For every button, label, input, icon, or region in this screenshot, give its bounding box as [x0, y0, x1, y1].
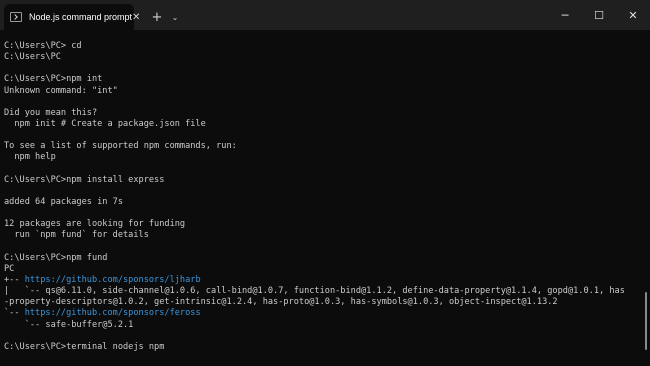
tab-close-icon[interactable]: ✕ — [132, 12, 140, 23]
terminal-line: C:\Users\PC> cd — [4, 41, 82, 51]
terminal-line: To see a list of supported npm commands,… — [4, 141, 237, 152]
fund-tree-line: -property-descriptors@1.0.2, get-intrins… — [4, 297, 558, 308]
close-button[interactable]: ✕ — [616, 0, 650, 30]
sponsor-link-ljharb[interactable]: https://github.com/sponsors/ljharb — [25, 275, 201, 285]
terminal-line: C:\Users\PC>npm int — [4, 74, 103, 85]
tab-nodejs-command-prompt[interactable]: Node.js command prompt ✕ — [4, 4, 140, 30]
terminal-line: C:\Users\PC>npm install express — [4, 174, 165, 185]
terminal-window: Node.js command prompt ✕ + ⌄ ─ ☐ ✕ C:\Us… — [0, 0, 650, 366]
terminal-output[interactable]: C:\Users\PC> cd C:\Users\PC C:\Users\PC>… — [4, 41, 640, 353]
scrollbar-thumb[interactable] — [645, 292, 647, 350]
title-bar: Node.js command prompt ✕ + ⌄ ─ ☐ ✕ — [0, 0, 650, 30]
tab-title: Node.js command prompt — [29, 12, 133, 22]
command-prompt[interactable]: C:\Users\PC>terminal nodejs npm — [4, 342, 640, 353]
terminal-icon — [10, 12, 22, 22]
window-controls: ─ ☐ ✕ — [548, 0, 650, 30]
terminal-line: C:\Users\PC>npm fund — [4, 252, 108, 263]
chevron-down-icon[interactable]: ⌄ — [168, 4, 182, 30]
minimize-button[interactable]: ─ — [548, 0, 582, 30]
terminal-line: C:\Users\PC — [4, 52, 61, 63]
fund-tree-line: | `-- qs@6.11.0, side-channel@1.0.6, cal… — [4, 286, 625, 297]
tree-branch: +-- — [4, 274, 25, 285]
terminal-line: run `npm fund` for details — [4, 230, 149, 241]
terminal-line: 12 packages are looking for funding — [4, 219, 186, 230]
fund-tree-line: `-- https://github.com/sponsors/feross — [4, 308, 640, 319]
terminal-line: npm help — [4, 152, 56, 163]
new-tab-button[interactable]: + — [146, 4, 168, 30]
terminal-line: Did you mean this? — [4, 107, 98, 118]
terminal-line: npm init # Create a package.json file — [4, 118, 206, 129]
terminal-line: Unknown command: "int" — [4, 85, 118, 96]
sponsor-link-feross[interactable]: https://github.com/sponsors/feross — [25, 308, 201, 318]
tree-branch: `-- — [4, 308, 25, 319]
terminal-line: PC — [4, 263, 15, 274]
maximize-button[interactable]: ☐ — [582, 0, 616, 30]
terminal-line: added 64 packages in 7s — [4, 196, 123, 207]
fund-tree-line: `-- safe-buffer@5.2.1 — [4, 319, 134, 330]
fund-tree-line: +-- https://github.com/sponsors/ljharb — [4, 275, 640, 286]
